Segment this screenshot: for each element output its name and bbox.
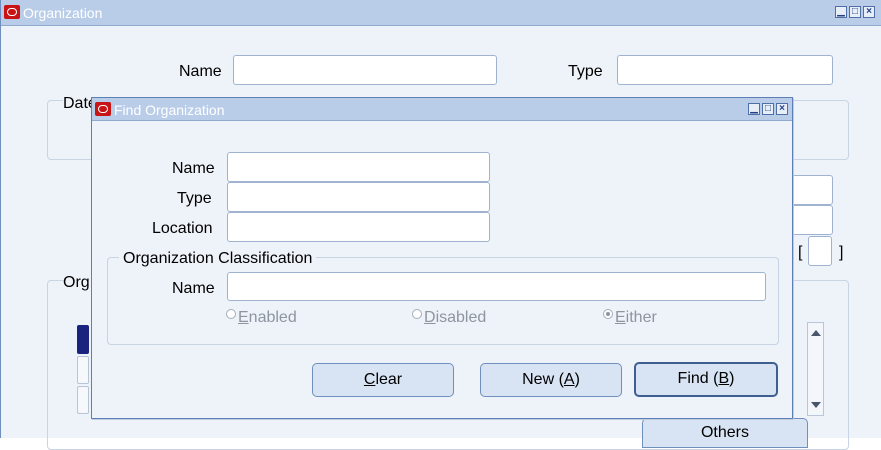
find-button-post: )	[729, 370, 735, 387]
window-controls: ▁ □ ×	[835, 6, 875, 18]
descriptive-flex-field[interactable]	[808, 236, 832, 266]
new-button[interactable]: New (A)	[480, 363, 622, 397]
close-icon[interactable]: ×	[863, 6, 875, 18]
find-button-mnemonic: B	[718, 370, 730, 387]
enabled-label: nabled	[248, 309, 297, 326]
dialog-titlebar[interactable]: Find Organization ▁ □ ×	[92, 98, 792, 121]
window-titlebar[interactable]: Organization ▁ □ ×	[1, 0, 881, 26]
clear-button-mnemonic: C	[363, 371, 376, 388]
org-group-label: Org	[63, 274, 92, 292]
type-label: Type	[568, 63, 603, 80]
minimize-icon[interactable]: ▁	[835, 6, 847, 18]
new-button-mnemonic: A	[563, 371, 575, 388]
dialog-window-controls: ▁ □ ×	[748, 103, 788, 115]
either-mnemonic: E	[615, 309, 626, 326]
maximize-icon[interactable]: □	[762, 103, 774, 115]
maximize-icon[interactable]: □	[849, 6, 861, 18]
either-radio[interactable]: Either	[603, 309, 657, 327]
scroll-down-icon[interactable]	[811, 402, 821, 408]
radio-unchecked-icon	[412, 309, 422, 319]
clear-button[interactable]: Clear	[312, 363, 454, 397]
find-name-label: Name	[172, 160, 215, 177]
find-name-field[interactable]	[227, 152, 490, 182]
classification-name-field[interactable]	[227, 272, 766, 301]
scroll-up-icon[interactable]	[811, 330, 821, 336]
selected-row-indicator[interactable]	[77, 325, 89, 354]
vertical-scrollbar[interactable]	[807, 322, 824, 416]
close-icon[interactable]: ×	[776, 103, 788, 115]
bracket-open: [	[798, 244, 803, 261]
name-field[interactable]	[233, 55, 497, 85]
radio-unchecked-icon	[226, 309, 236, 319]
minimize-icon[interactable]: ▁	[748, 103, 760, 115]
dialog-title: Find Organization	[114, 102, 225, 118]
others-button[interactable]: Others	[642, 418, 808, 448]
find-organization-dialog: Find Organization ▁ □ × Name Type Locati…	[91, 97, 793, 419]
find-button[interactable]: Find (B)	[634, 362, 778, 397]
row-indicator[interactable]	[77, 386, 89, 414]
bracket-close: ]	[839, 244, 844, 261]
either-label: ither	[625, 309, 657, 326]
new-button-post: )	[574, 371, 580, 388]
disabled-radio[interactable]: Disabled	[412, 309, 486, 327]
right-field-1[interactable]	[791, 175, 833, 205]
name-label: Name	[179, 63, 222, 80]
window-title: Organization	[23, 5, 103, 21]
clear-button-post: lear	[375, 371, 403, 388]
disabled-mnemonic: D	[424, 309, 436, 326]
oracle-logo-icon	[95, 102, 111, 116]
find-type-field[interactable]	[227, 182, 490, 212]
type-field[interactable]	[617, 55, 833, 85]
classification-name-label: Name	[172, 280, 215, 297]
find-location-label: Location	[152, 220, 213, 237]
disabled-label: isabled	[435, 309, 487, 326]
right-field-2[interactable]	[791, 205, 833, 235]
enabled-mnemonic: E	[238, 309, 249, 326]
row-indicator[interactable]	[77, 356, 89, 384]
radio-checked-icon	[603, 309, 613, 319]
new-button-pre: New (	[522, 371, 564, 388]
oracle-logo-icon	[4, 5, 20, 19]
enabled-radio[interactable]: Enabled	[226, 309, 297, 327]
find-location-field[interactable]	[227, 212, 490, 242]
classification-group	[107, 257, 779, 345]
find-type-label: Type	[177, 190, 212, 207]
find-button-pre: Find (	[677, 370, 719, 387]
classification-group-title: Organization Classification	[119, 250, 317, 268]
